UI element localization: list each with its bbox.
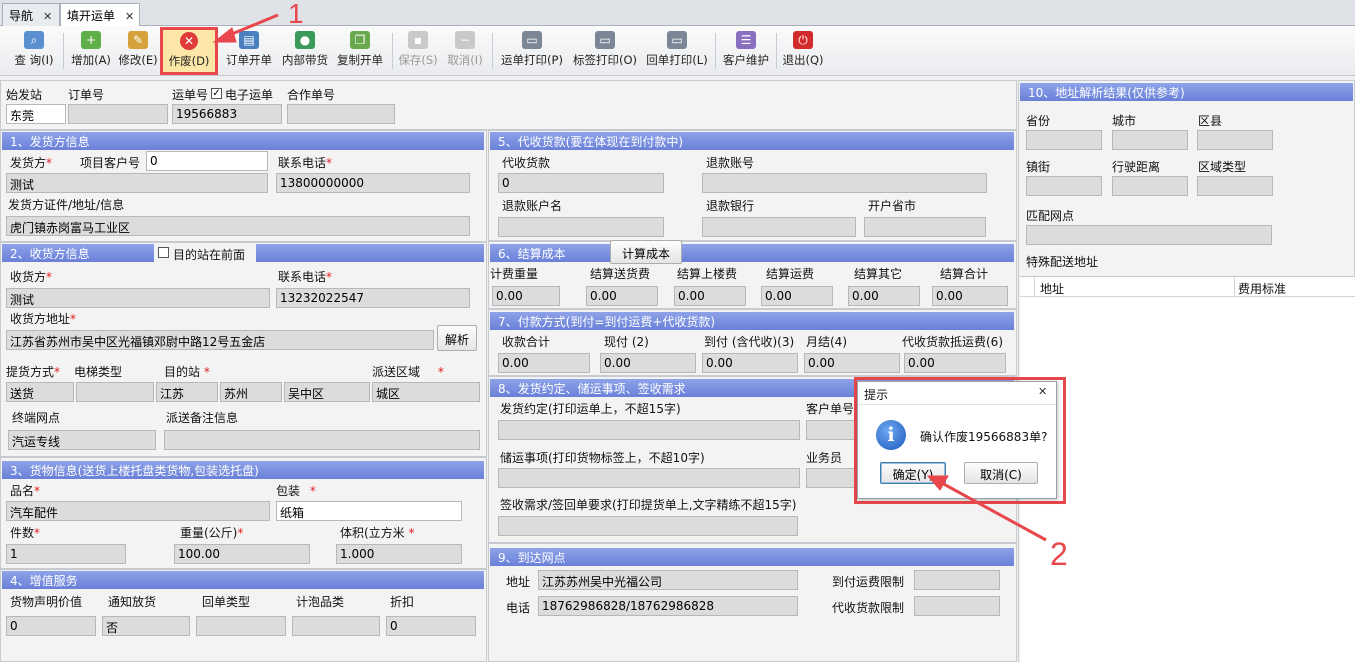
- annotation-number-1: 1: [288, 0, 304, 29]
- arrow-1-head: [212, 27, 237, 43]
- annotation-arrows: [212, 13, 1047, 542]
- arrow-2-line: [939, 480, 1047, 542]
- arrow-2-head: [926, 475, 949, 491]
- annotation-number-2: 2: [1050, 536, 1068, 572]
